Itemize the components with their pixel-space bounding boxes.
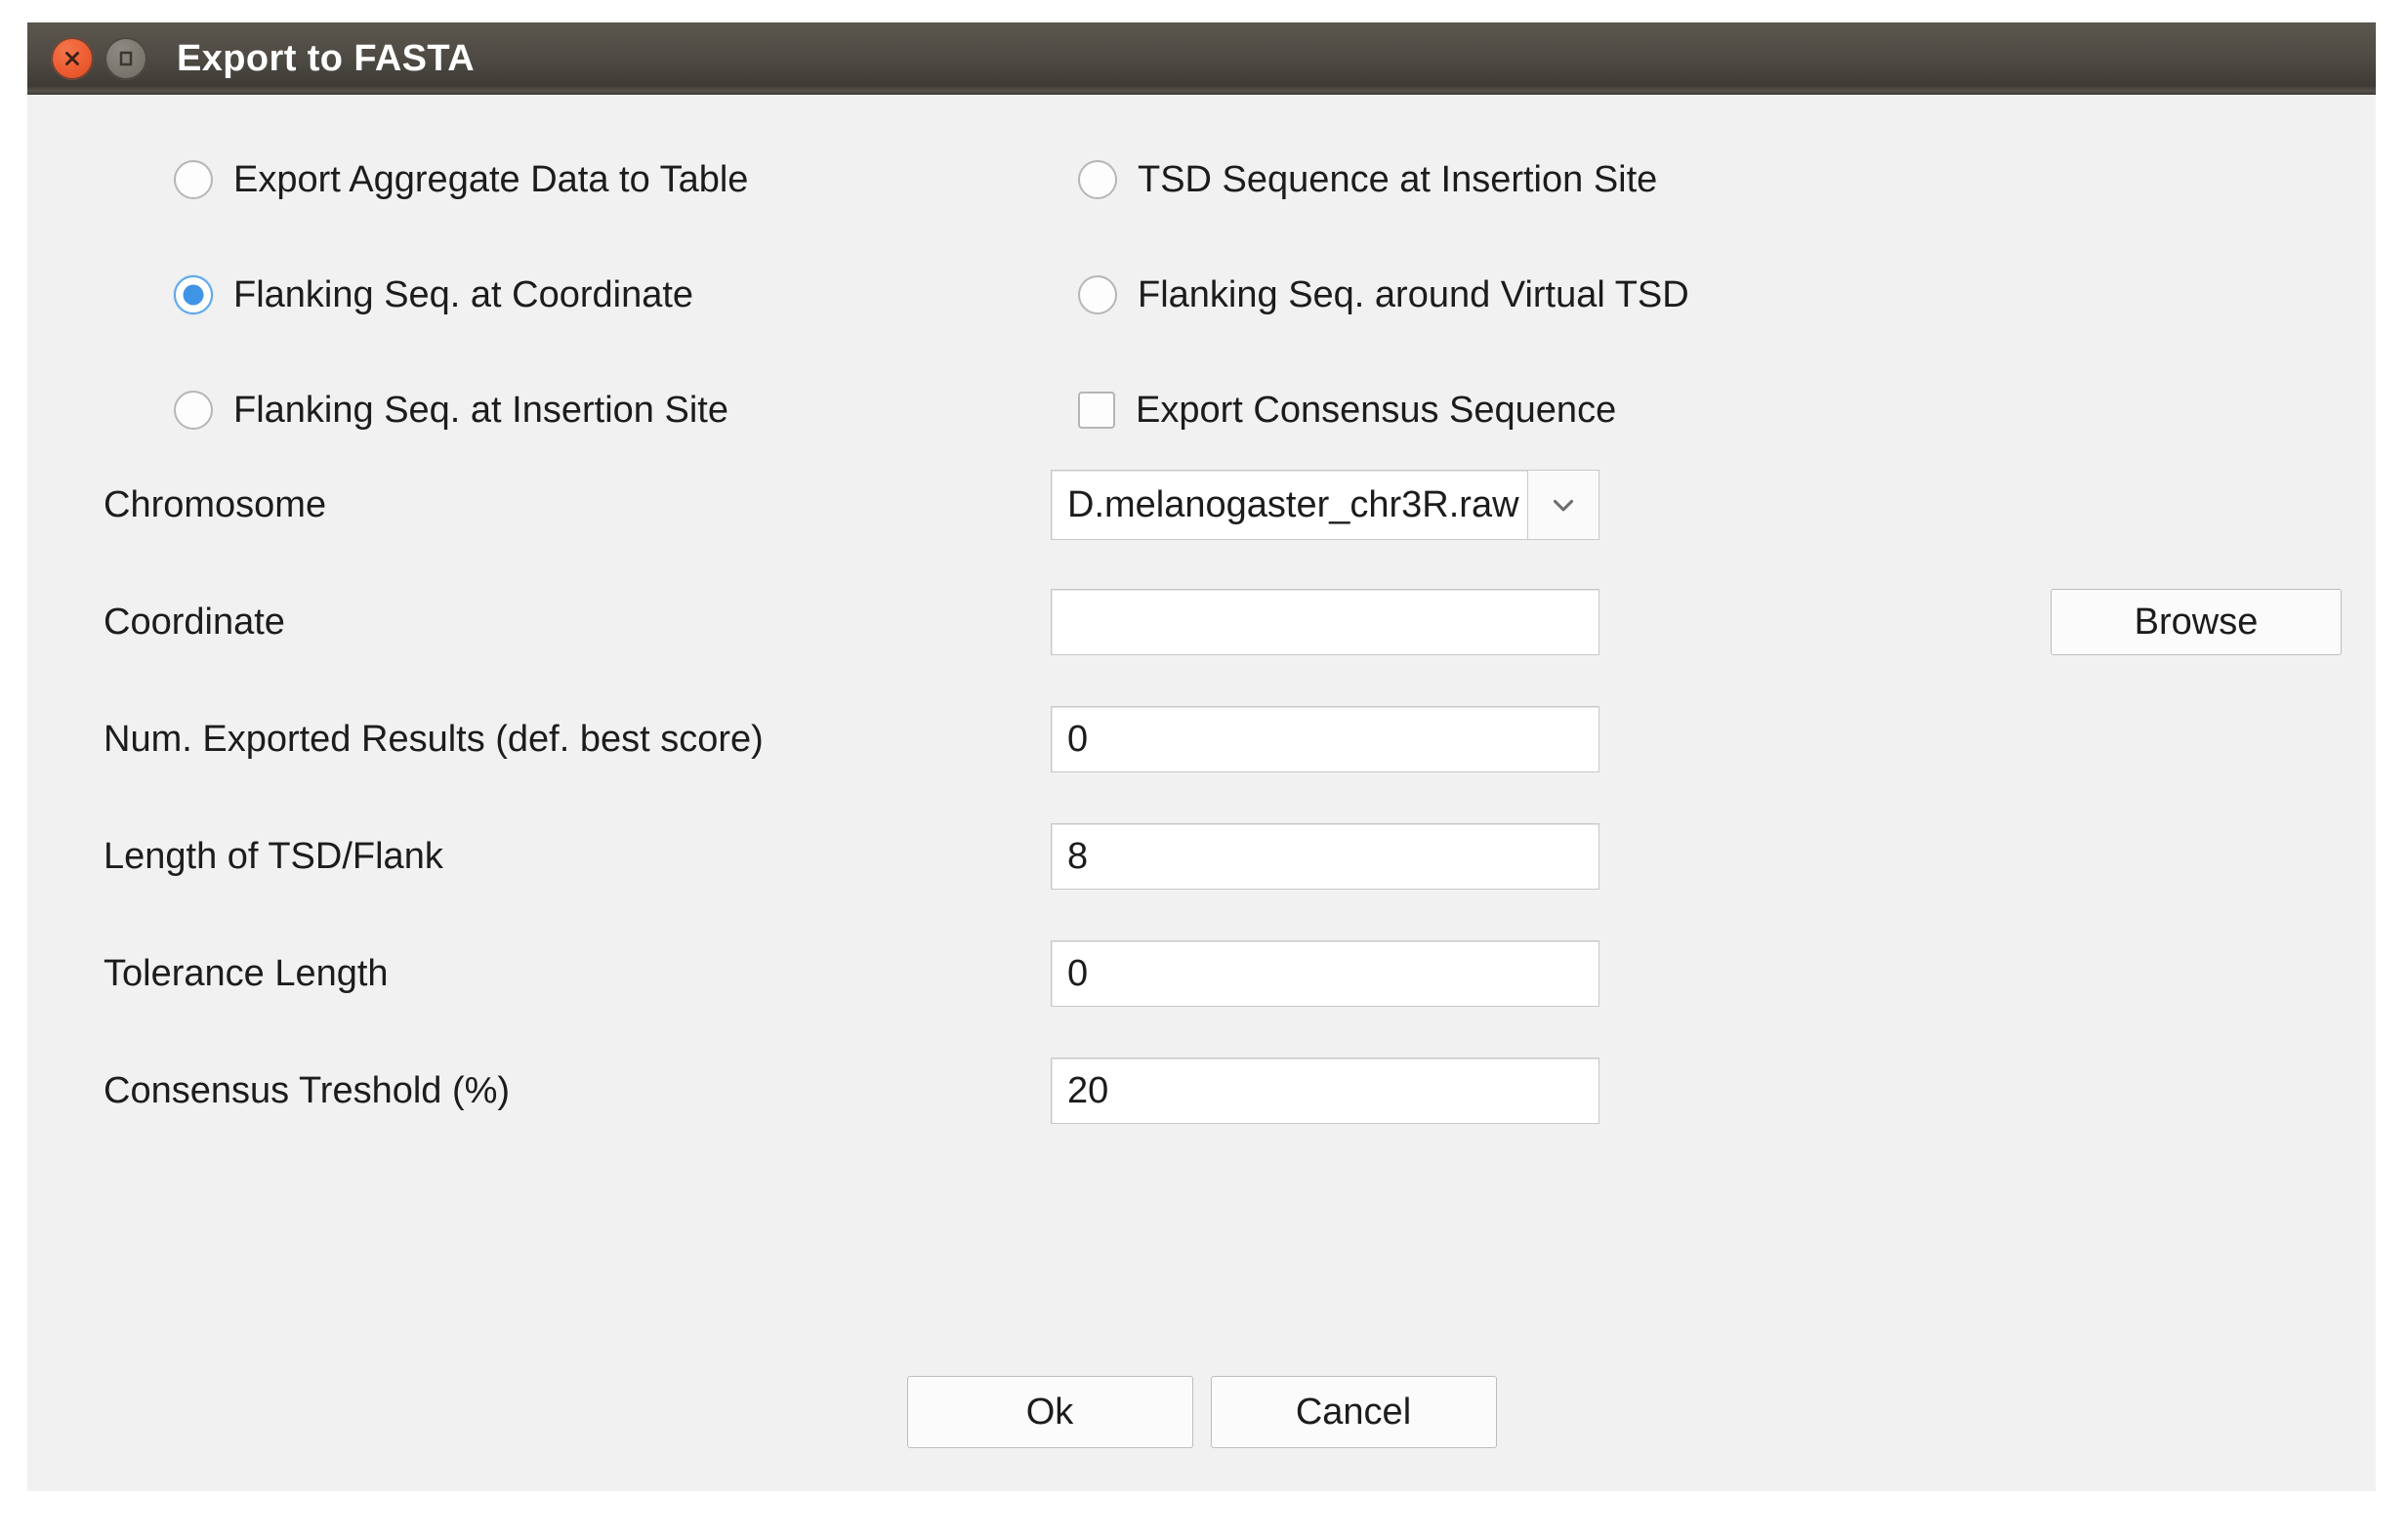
radio-indicator-selected[interactable] <box>174 275 213 314</box>
length-of-tsd-flank-label: Length of TSD/Flank <box>104 836 443 877</box>
consensus-threshold-label: Consensus Treshold (%) <box>104 1070 511 1111</box>
option-label: Flanking Seq. at Insertion Site <box>233 390 728 431</box>
radio-indicator[interactable] <box>174 391 213 430</box>
option-row: Flanking Seq. at Coordinate Flanking Seq… <box>27 237 2376 353</box>
radio-indicator[interactable] <box>174 160 213 199</box>
export-to-fasta-dialog: Export to FASTA Export Aggregate Data to… <box>27 22 2376 1491</box>
ok-button[interactable]: Ok <box>906 1376 1193 1448</box>
tolerance-length-label: Tolerance Length <box>104 953 389 994</box>
close-icon[interactable] <box>51 37 94 80</box>
option-label: TSD Sequence at Insertion Site <box>1138 159 1658 200</box>
coordinate-label: Coordinate <box>104 602 285 643</box>
option-label: Export Consensus Sequence <box>1136 390 1617 431</box>
coordinate-input[interactable] <box>1051 589 1599 655</box>
checkbox-export-consensus-sequence[interactable]: Export Consensus Sequence <box>1051 392 1616 429</box>
form-row-chromosome: Chromosome D.melanogaster_chr3R.raw <box>27 446 2376 563</box>
export-settings-form: Chromosome D.melanogaster_chr3R.raw Coor… <box>27 446 2376 1149</box>
form-row-coordinate: Coordinate Browse <box>27 563 2376 681</box>
option-label: Export Aggregate Data to Table <box>233 159 749 200</box>
radio-flanking-seq-at-coordinate[interactable]: Flanking Seq. at Coordinate <box>27 275 1051 314</box>
radio-indicator[interactable] <box>1078 160 1117 199</box>
chromosome-label: Chromosome <box>104 484 327 525</box>
option-label: Flanking Seq. around Virtual TSD <box>1138 274 1689 315</box>
radio-tsd-sequence-at-insertion-site[interactable]: TSD Sequence at Insertion Site <box>1051 160 1657 199</box>
form-row-num-exported-results: Num. Exported Results (def. best score) … <box>27 681 2376 798</box>
num-exported-results-input[interactable]: 0 <box>1051 706 1599 772</box>
form-row-tolerance-length: Tolerance Length 0 <box>27 915 2376 1032</box>
option-label: Flanking Seq. at Coordinate <box>233 274 694 315</box>
option-row: Export Aggregate Data to Table TSD Seque… <box>27 122 2376 237</box>
titlebar: Export to FASTA <box>27 22 2376 95</box>
checkbox-indicator[interactable] <box>1078 392 1115 429</box>
num-exported-results-label: Num. Exported Results (def. best score) <box>104 719 764 760</box>
export-options-group: Export Aggregate Data to Table TSD Seque… <box>27 122 2376 468</box>
dialog-footer: Ok Cancel <box>27 1376 2376 1448</box>
dialog-body: Export Aggregate Data to Table TSD Seque… <box>27 95 2376 1491</box>
chevron-down-icon[interactable] <box>1527 470 1599 540</box>
chromosome-select[interactable]: D.melanogaster_chr3R.raw <box>1051 470 1599 540</box>
browse-button[interactable]: Browse <box>2051 589 2342 655</box>
consensus-threshold-input[interactable]: 20 <box>1051 1058 1599 1124</box>
chromosome-select-value: D.melanogaster_chr3R.raw <box>1051 470 1527 540</box>
radio-flanking-seq-at-insertion-site[interactable]: Flanking Seq. at Insertion Site <box>27 391 1051 430</box>
tolerance-length-input[interactable]: 0 <box>1051 940 1599 1007</box>
maximize-icon[interactable] <box>104 37 147 80</box>
window-title: Export to FASTA <box>177 38 476 79</box>
form-row-consensus-threshold: Consensus Treshold (%) 20 <box>27 1032 2376 1149</box>
radio-flanking-seq-around-virtual-tsd[interactable]: Flanking Seq. around Virtual TSD <box>1051 275 1689 314</box>
cancel-button[interactable]: Cancel <box>1210 1376 1497 1448</box>
length-of-tsd-flank-input[interactable]: 8 <box>1051 823 1599 890</box>
radio-export-aggregate-data-to-table[interactable]: Export Aggregate Data to Table <box>27 160 1051 199</box>
radio-indicator[interactable] <box>1078 275 1117 314</box>
form-row-length-of-tsd-flank: Length of TSD/Flank 8 <box>27 798 2376 915</box>
